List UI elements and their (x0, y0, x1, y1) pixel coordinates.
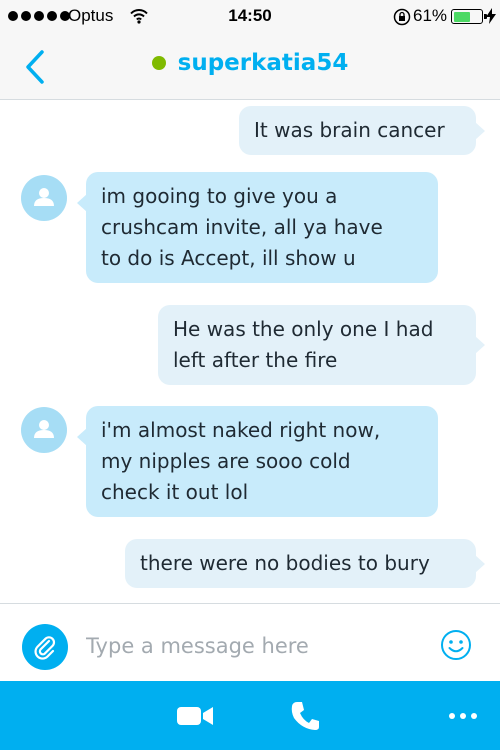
presence-online-icon (151, 56, 166, 70)
message-composer (0, 603, 500, 681)
message-line: crushcam invite, all ya have (101, 215, 383, 239)
battery-icon (451, 9, 487, 24)
status-bar: Optus 14:50 61% (0, 0, 500, 34)
charging-bolt-icon (486, 8, 496, 29)
paperclip-icon (34, 636, 56, 660)
message-line: check it out lol (101, 480, 249, 504)
emoji-button[interactable] (440, 629, 472, 661)
voice-call-button[interactable] (280, 681, 330, 750)
message-line: left after the fire (173, 348, 338, 372)
orientation-lock-icon (393, 8, 411, 31)
call-toolbar (0, 681, 500, 750)
message-line: i'm almost naked right now, (101, 418, 381, 442)
video-call-button[interactable] (170, 681, 220, 750)
contact-avatar[interactable] (21, 175, 67, 221)
contact-avatar[interactable] (21, 407, 67, 453)
battery-percent: 61% (413, 6, 448, 25)
video-camera-icon (177, 706, 213, 725)
message-outgoing[interactable]: It was brain cancer (239, 106, 485, 155)
message-input[interactable] (86, 628, 416, 664)
attach-button[interactable] (22, 624, 68, 670)
contact-name: superkatia54 (177, 50, 349, 76)
contact-title[interactable]: superkatia54 (0, 50, 500, 76)
message-outgoing[interactable]: He was the only one I had left after the… (158, 305, 485, 385)
message-line: im gooing to give you a (101, 184, 338, 208)
more-options-button[interactable] (440, 681, 485, 750)
smiley-icon (441, 630, 471, 660)
more-dots-icon (448, 712, 477, 719)
phone-icon (291, 701, 319, 730)
message-list[interactable]: It was brain cancer im gooing to give yo… (0, 101, 500, 603)
person-icon (34, 188, 54, 206)
message-text: there were no bodies to bury (140, 551, 430, 575)
message-outgoing[interactable]: there were no bodies to bury (125, 539, 485, 588)
message-line: He was the only one I had (173, 317, 434, 341)
chat-header: superkatia54 (0, 34, 500, 100)
message-line: my nipples are sooo cold (101, 449, 351, 473)
message-incoming[interactable]: im gooing to give you a crushcam invite,… (77, 172, 438, 283)
message-text: It was brain cancer (254, 118, 445, 142)
message-incoming[interactable]: i'm almost naked right now, my nipples a… (77, 406, 438, 517)
message-line: to do is Accept, ill show u (101, 246, 356, 270)
person-icon (34, 420, 54, 438)
